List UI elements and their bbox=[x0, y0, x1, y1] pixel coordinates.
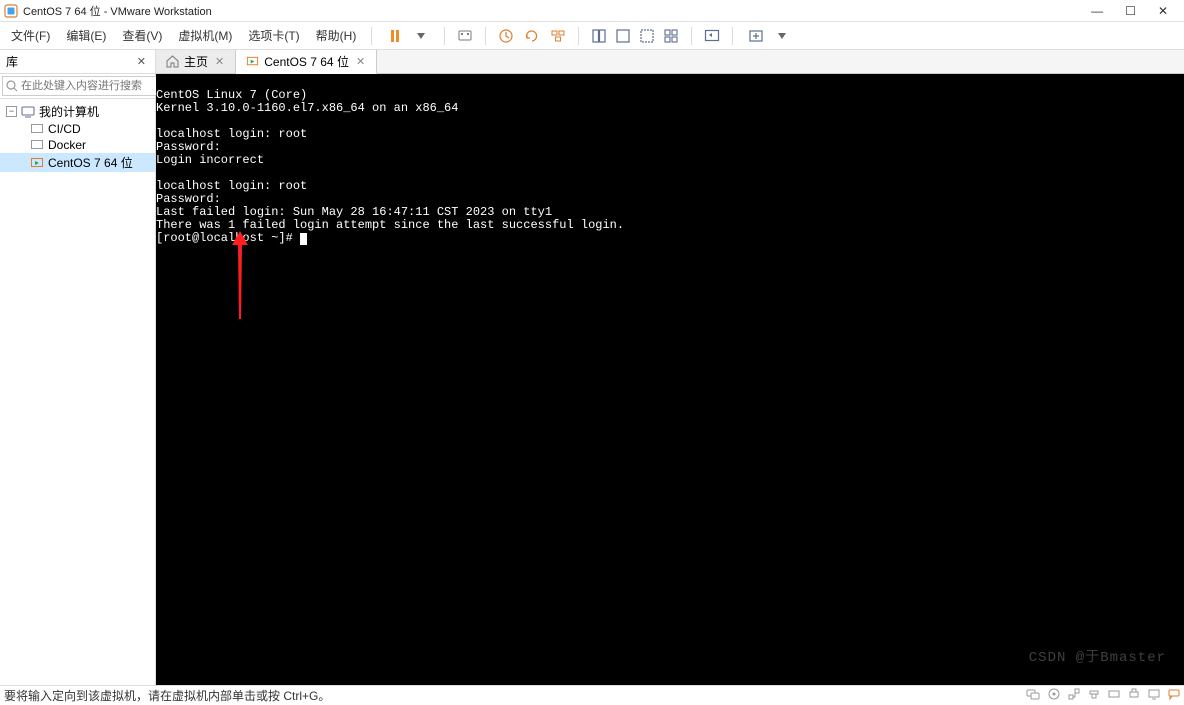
title-bar: CentOS 7 64 位 - VMware Workstation — ☐ ✕ bbox=[0, 0, 1184, 22]
status-sound-icon[interactable] bbox=[1108, 688, 1120, 703]
status-message-icon[interactable] bbox=[1168, 688, 1180, 703]
tab-home-label: 主页 bbox=[184, 53, 208, 70]
vm-off-icon bbox=[30, 138, 44, 152]
menu-tabs[interactable]: 选项卡(T) bbox=[241, 24, 306, 47]
separator bbox=[578, 27, 579, 45]
tab-bar: 主页 ✕ CentOS 7 64 位 ✕ bbox=[156, 50, 1184, 74]
terminal-line: localhost login: root bbox=[156, 127, 307, 141]
status-monitor-icon[interactable] bbox=[1148, 688, 1160, 703]
tree-root-label: 我的计算机 bbox=[39, 103, 99, 120]
power-dropdown-icon[interactable] bbox=[412, 27, 430, 45]
status-printer-icon[interactable] bbox=[1128, 688, 1140, 703]
status-bar: 要将输入定向到该虚拟机，请在虚拟机内部单击或按 Ctrl+G。 bbox=[0, 685, 1184, 705]
view-console-button[interactable] bbox=[614, 27, 632, 45]
library-tree: − 我的计算机 CI/CD Docker bbox=[0, 99, 155, 685]
minimize-button[interactable]: — bbox=[1085, 4, 1109, 18]
tree-root-my-computer[interactable]: − 我的计算机 bbox=[0, 102, 155, 121]
menu-vm[interactable]: 虚拟机(M) bbox=[171, 24, 239, 47]
status-text: 要将输入定向到该虚拟机，请在虚拟机内部单击或按 Ctrl+G。 bbox=[4, 687, 1026, 704]
tab-close-button[interactable]: ✕ bbox=[354, 55, 367, 68]
terminal-line: Password: bbox=[156, 192, 221, 206]
stretch-dropdown-icon[interactable] bbox=[773, 27, 791, 45]
stretch-guest-button[interactable] bbox=[747, 27, 765, 45]
terminal-line: localhost login: root bbox=[156, 179, 307, 193]
vm-console[interactable]: CentOS Linux 7 (Core) Kernel 3.10.0-1160… bbox=[156, 74, 1184, 685]
view-single-button[interactable] bbox=[590, 27, 608, 45]
menu-bar: 文件(F) 编辑(E) 查看(V) 虚拟机(M) 选项卡(T) 帮助(H) bbox=[0, 22, 1184, 50]
maximize-button[interactable]: ☐ bbox=[1119, 4, 1142, 18]
menu-view[interactable]: 查看(V) bbox=[115, 24, 169, 47]
terminal-line: There was 1 failed login attempt since t… bbox=[156, 218, 624, 232]
status-usb-icon[interactable] bbox=[1088, 688, 1100, 703]
library-search-input[interactable] bbox=[2, 76, 168, 96]
watermark: CSDN @于Bmaster bbox=[1029, 652, 1166, 665]
terminal-line: Kernel 3.10.0-1160.el7.x86_64 on an x86_… bbox=[156, 101, 458, 115]
separator bbox=[732, 27, 733, 45]
menu-edit[interactable]: 编辑(E) bbox=[59, 24, 113, 47]
menu-file[interactable]: 文件(F) bbox=[4, 24, 57, 47]
status-disk-icon[interactable] bbox=[1048, 688, 1060, 703]
tab-home[interactable]: 主页 ✕ bbox=[156, 50, 236, 73]
close-button[interactable]: ✕ bbox=[1152, 4, 1174, 18]
separator bbox=[485, 27, 486, 45]
vmware-app-icon bbox=[4, 4, 18, 18]
snapshot-manage-button[interactable] bbox=[549, 27, 567, 45]
separator bbox=[444, 27, 445, 45]
tab-close-button[interactable]: ✕ bbox=[213, 55, 226, 68]
view-thumbnails-button[interactable] bbox=[638, 27, 656, 45]
terminal-line: CentOS Linux 7 (Core) bbox=[156, 88, 307, 102]
power-pause-button[interactable] bbox=[386, 27, 404, 45]
view-unity-button[interactable] bbox=[662, 27, 680, 45]
terminal-cursor bbox=[300, 233, 307, 245]
tab-centos[interactable]: CentOS 7 64 位 ✕ bbox=[236, 50, 377, 74]
library-sidebar: 库 ✕ − 我的计算机 CI/C bbox=[0, 50, 156, 685]
tree-item-label: CI/CD bbox=[48, 122, 81, 136]
terminal-line: [root@localhost ~]# bbox=[156, 231, 293, 245]
tree-item-docker[interactable]: Docker bbox=[0, 137, 155, 153]
fullscreen-button[interactable] bbox=[703, 27, 721, 45]
search-icon bbox=[5, 79, 19, 93]
snapshot-take-button[interactable] bbox=[497, 27, 515, 45]
separator bbox=[691, 27, 692, 45]
home-icon bbox=[165, 55, 179, 69]
vm-on-icon bbox=[30, 156, 44, 170]
tab-centos-label: CentOS 7 64 位 bbox=[264, 53, 349, 70]
status-device-icon[interactable] bbox=[1026, 688, 1040, 703]
window-title: CentOS 7 64 位 - VMware Workstation bbox=[23, 3, 1079, 19]
tree-item-label: Docker bbox=[48, 138, 86, 152]
send-ctrl-alt-del-button[interactable] bbox=[456, 27, 474, 45]
computer-icon bbox=[21, 105, 35, 119]
terminal-line: Last failed login: Sun May 28 16:47:11 C… bbox=[156, 205, 552, 219]
terminal-line: Login incorrect bbox=[156, 153, 264, 167]
menu-help[interactable]: 帮助(H) bbox=[309, 24, 364, 47]
tree-item-centos[interactable]: CentOS 7 64 位 bbox=[0, 153, 155, 172]
tree-toggle-icon[interactable]: − bbox=[6, 106, 17, 117]
vm-on-icon bbox=[245, 55, 259, 69]
library-close-button[interactable]: ✕ bbox=[134, 55, 149, 68]
library-title: 库 bbox=[6, 53, 18, 70]
separator bbox=[371, 27, 372, 45]
tree-item-label: CentOS 7 64 位 bbox=[48, 154, 133, 171]
tree-item-cicd[interactable]: CI/CD bbox=[0, 121, 155, 137]
vm-off-icon bbox=[30, 122, 44, 136]
terminal-line: Password: bbox=[156, 140, 221, 154]
snapshot-revert-button[interactable] bbox=[523, 27, 541, 45]
status-network-icon[interactable] bbox=[1068, 688, 1080, 703]
